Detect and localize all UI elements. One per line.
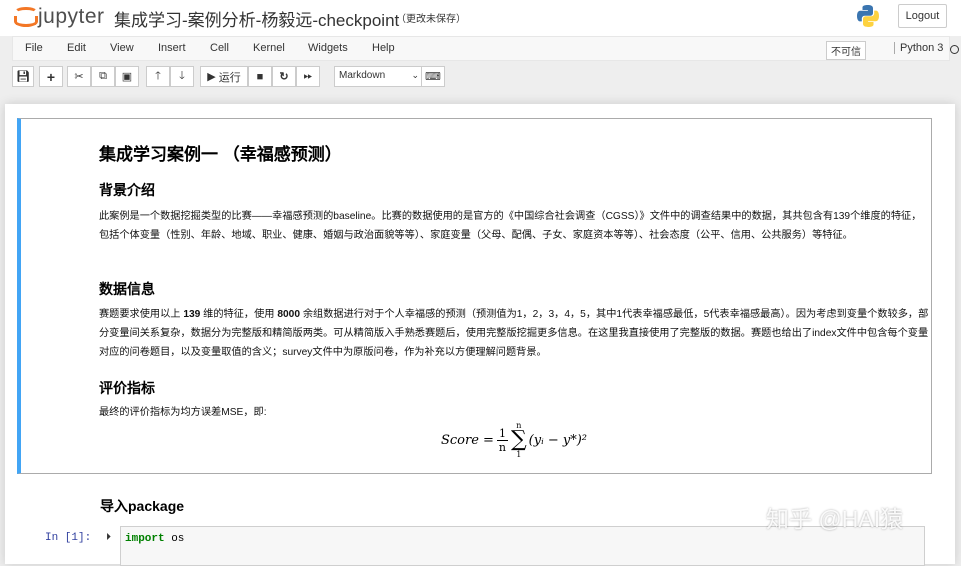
menu-edit[interactable]: Edit: [67, 42, 86, 54]
mse-formula: Score = 1n n ∑ 1 (yᵢ − y*)²: [441, 421, 587, 459]
menubar: File Edit View Insert Cell Kernel Widget…: [12, 36, 959, 61]
kernel-name: Python 3: [894, 42, 943, 54]
markdown-cell-selected[interactable]: 集成学习案例一 （幸福感预测） 背景介绍 此案例是一个数据挖掘类型的比赛——幸福…: [17, 118, 932, 474]
arrow-down-icon: 🡓: [179, 70, 185, 82]
stop-icon: ■: [256, 70, 264, 83]
run-button[interactable]: ▶ 运行: [200, 66, 248, 87]
interrupt-button[interactable]: ■: [248, 66, 272, 87]
move-down-button[interactable]: 🡓: [170, 66, 194, 87]
header: jupyter 集成学习-案例分析-杨毅远-checkpoint （更改未保存）…: [0, 0, 961, 36]
run-cell-icon[interactable]: ⏵︎: [106, 532, 111, 543]
background-text: 此案例是一个数据挖掘类型的比赛——幸福感预测的baseline。比赛的数据使用的…: [99, 211, 922, 241]
menu-help[interactable]: Help: [372, 42, 395, 54]
input-prompt: In [1]:: [45, 532, 92, 544]
kernel-idle-icon: [950, 45, 959, 54]
notebook-title[interactable]: 集成学习-案例分析-杨毅远-checkpoint: [114, 6, 399, 31]
trusted-indicator[interactable]: 不可信: [826, 41, 866, 60]
fast-forward-icon: ⏩︎: [303, 70, 313, 82]
metric-text: 最终的评价指标为均方误差MSE，即:: [99, 407, 267, 418]
keyboard-icon: ⌨: [425, 71, 441, 83]
chevron-down-icon: ⌄: [411, 70, 419, 80]
save-status: （更改未保存）: [396, 14, 466, 25]
watermark: 知乎 @HAI猿: [766, 506, 904, 532]
command-palette-button[interactable]: ⌨: [421, 66, 445, 87]
restart-run-all-button[interactable]: ⏩︎: [296, 66, 320, 87]
heading-background: 背景介绍: [99, 182, 155, 198]
heading-import-package[interactable]: 导入package: [100, 496, 184, 516]
play-icon: ▶: [207, 71, 219, 83]
restart-icon: ↻: [279, 71, 289, 83]
restart-button[interactable]: ↻: [272, 66, 296, 87]
copy-icon: ⧉: [99, 70, 107, 82]
arrow-up-icon: 🡑: [155, 70, 161, 82]
cut-button[interactable]: ✂: [67, 66, 91, 87]
plus-icon: +: [46, 68, 56, 85]
logout-button[interactable]: Logout: [898, 4, 947, 28]
menu-view[interactable]: View: [110, 42, 134, 54]
heading-metric: 评价指标: [99, 380, 155, 396]
menu-widgets[interactable]: Widgets: [308, 42, 348, 54]
scissors-icon: ✂: [74, 71, 84, 83]
paste-button[interactable]: ▣: [115, 66, 139, 87]
jupyter-logo[interactable]: jupyter: [14, 5, 105, 29]
paste-icon: ▣: [121, 71, 133, 83]
menu-cell[interactable]: Cell: [210, 42, 229, 54]
menu-kernel[interactable]: Kernel: [253, 42, 285, 54]
python-logo-icon: [857, 5, 879, 27]
data-info-text: 赛题要求使用以上 139 维的特征，使用 8000 余组数据进行对于个人幸福感的…: [99, 309, 929, 358]
move-up-button[interactable]: 🡑: [146, 66, 170, 87]
insert-cell-button[interactable]: +: [39, 66, 63, 87]
menu-insert[interactable]: Insert: [158, 42, 186, 54]
cell-type-select[interactable]: Markdown ⌄: [334, 66, 425, 87]
save-button[interactable]: 💾︎: [12, 66, 34, 87]
cell-title: 集成学习案例一 （幸福感预测）: [99, 145, 342, 164]
heading-data-info: 数据信息: [99, 281, 155, 297]
jupyter-logo-icon: [14, 6, 38, 28]
save-icon: 💾︎: [16, 71, 30, 83]
notebook-page: 集成学习案例一 （幸福感预测） 背景介绍 此案例是一个数据挖掘类型的比赛——幸福…: [5, 104, 955, 566]
menu-file[interactable]: File: [25, 42, 43, 54]
copy-button[interactable]: ⧉: [91, 66, 115, 87]
